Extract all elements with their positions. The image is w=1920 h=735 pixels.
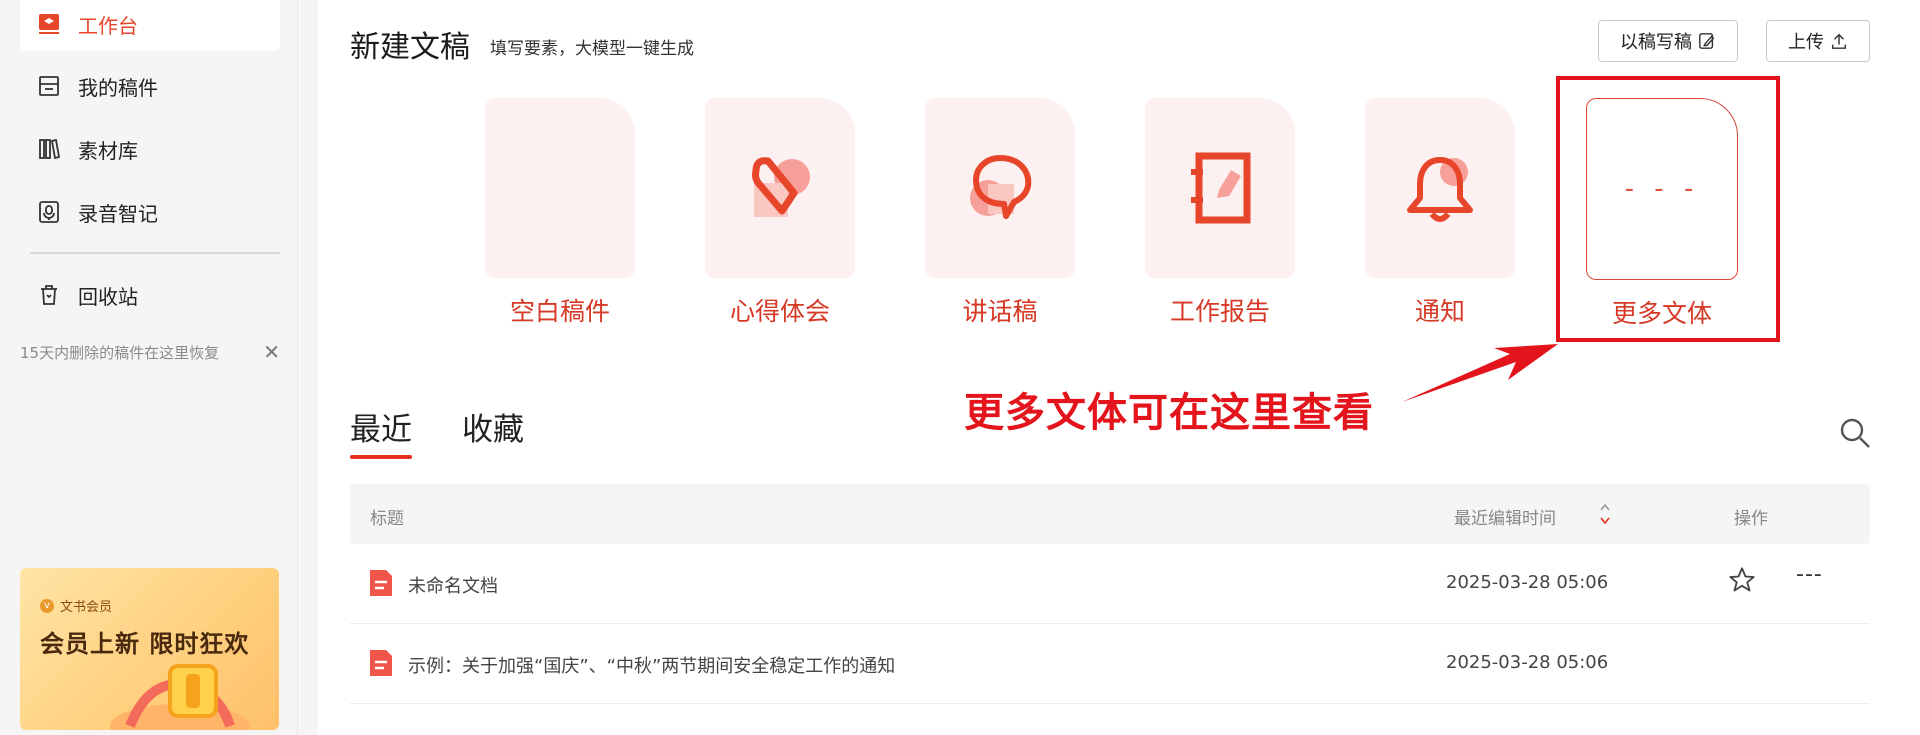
row-edit-time: 2025-03-28 05:06: [1446, 652, 1609, 673]
table-header: 标题 最近编辑时间 操作: [350, 484, 1870, 544]
template-label-more[interactable]: 更多文体: [1562, 294, 1762, 330]
bell-icon: [1407, 157, 1473, 222]
sidebar-item-workbench[interactable]: 工作台: [20, 0, 280, 51]
row-title[interactable]: 未命名文档: [408, 572, 498, 598]
row-edit-time: 2025-03-28 05:06: [1446, 572, 1609, 593]
template-label-report[interactable]: 工作报告: [1120, 292, 1320, 328]
column-edit-time[interactable]: 最近编辑时间: [1454, 504, 1556, 529]
list-tabs: 最近 收藏: [350, 404, 524, 459]
report-book-icon: [1191, 152, 1251, 224]
recorder-icon: [36, 199, 62, 225]
template-card-speech[interactable]: [925, 98, 1075, 278]
template-card-more[interactable]: - - -: [1586, 98, 1738, 280]
main-panel: 新建文稿 填写要素，大模型一键生成 以稿写稿 上传 空白稿件 心得体会 讲话稿: [318, 0, 1920, 735]
sidebar-item-recorder[interactable]: 录音智记: [20, 185, 280, 239]
sidebar-item-library[interactable]: 素材库: [20, 122, 280, 176]
close-icon[interactable]: ✕: [263, 340, 280, 364]
template-card-reflection[interactable]: [705, 98, 855, 278]
template-card-report[interactable]: [1145, 98, 1295, 278]
template-label-blank[interactable]: 空白稿件: [460, 292, 660, 328]
vip-icon: v: [40, 598, 54, 613]
sidebar-item-label: 工作台: [78, 13, 138, 38]
library-icon: [36, 136, 62, 162]
table-row[interactable]: 示例：关于加强“国庆”、“中秋”两节期间安全稳定工作的通知 2025-03-28…: [350, 624, 1870, 704]
table-row[interactable]: 未命名文档 2025-03-28 05:06 ---: [350, 544, 1870, 624]
annotation-arrow-icon: [1402, 344, 1558, 402]
folder-icon: [36, 73, 62, 99]
template-label-speech[interactable]: 讲话稿: [900, 292, 1100, 328]
template-card-notice[interactable]: [1365, 98, 1515, 278]
sidebar-item-label: 我的稿件: [78, 75, 158, 100]
template-label-notice[interactable]: 通知: [1340, 292, 1540, 328]
star-icon[interactable]: [1728, 566, 1756, 594]
membership-badge-label: 文书会员: [60, 600, 113, 615]
tab-recent[interactable]: 最近: [350, 404, 412, 459]
tab-favorites[interactable]: 收藏: [462, 404, 524, 459]
template-label-reflection[interactable]: 心得体会: [680, 292, 880, 328]
row-title[interactable]: 示例：关于加强“国庆”、“中秋”两节期间安全稳定工作的通知: [408, 652, 895, 678]
document-icon: [370, 570, 392, 596]
recycle-tip: 15天内删除的稿件在这里恢复 ✕: [20, 340, 280, 364]
page-title: 新建文稿: [350, 30, 470, 65]
sidebar-item-label: 回收站: [78, 284, 138, 309]
membership-promo-banner[interactable]: v 文书会员 会员上新 限时狂欢: [20, 568, 279, 730]
heart-icon: [752, 157, 810, 217]
document-icon: [370, 650, 392, 676]
more-dots-icon: - - -: [1624, 174, 1700, 204]
rewrite-button[interactable]: 以稿写稿: [1598, 20, 1738, 62]
column-title: 标题: [370, 509, 404, 529]
template-card-blank[interactable]: [485, 98, 635, 278]
membership-badge: v 文书会员: [40, 596, 112, 615]
sidebar-item-label: 录音智记: [78, 201, 158, 226]
upload-button[interactable]: 上传: [1766, 20, 1870, 62]
column-actions: 操作: [1734, 509, 1768, 529]
recycle-tip-text: 15天内删除的稿件在这里恢复: [20, 343, 220, 362]
sidebar-item-trash[interactable]: 回收站: [20, 268, 280, 322]
upload-icon: [1831, 33, 1847, 49]
sort-icon[interactable]: [1598, 500, 1612, 528]
gift-illustration-icon: [110, 664, 250, 730]
search-icon[interactable]: [1838, 416, 1872, 450]
more-actions-icon[interactable]: ---: [1796, 562, 1823, 587]
sidebar: 工作台 我的稿件 素材库 录音智记 回收站 15天内删除的稿件在这里恢复 ✕ v…: [0, 0, 298, 735]
speech-icon: [970, 155, 1032, 219]
sidebar-item-my-drafts[interactable]: 我的稿件: [20, 59, 280, 113]
page-subtitle: 填写要素，大模型一键生成: [490, 39, 694, 59]
upload-button-label: 上传: [1788, 32, 1824, 53]
sidebar-divider: [30, 252, 280, 254]
sidebar-item-label: 素材库: [78, 138, 138, 163]
workbench-icon: [36, 11, 62, 37]
rewrite-button-label: 以稿写稿: [1620, 32, 1692, 53]
trash-icon: [36, 282, 62, 308]
annotation-text: 更多文体可在这里查看: [964, 390, 1374, 436]
edit-doc-icon: [1699, 33, 1715, 49]
